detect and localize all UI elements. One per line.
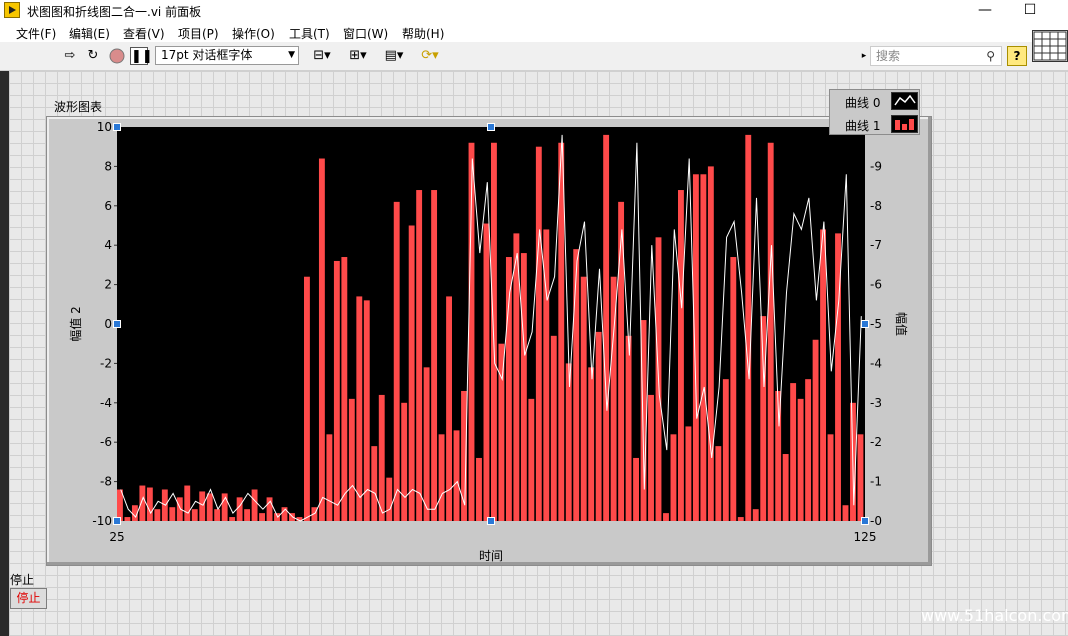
legend-item-curve-0: 曲线 0 xyxy=(845,96,881,110)
maximize-button[interactable]: ☐ xyxy=(1013,0,1047,22)
font-select[interactable]: 17pt 对话框字体 ▼ xyxy=(155,46,299,65)
minimize-button[interactable]: — xyxy=(968,0,1002,22)
search-expand-icon[interactable]: ▸ xyxy=(860,47,868,65)
panel-left-strip xyxy=(0,71,9,636)
context-help-button[interactable]: ? xyxy=(1007,46,1027,66)
stop-label: 停止 xyxy=(10,573,35,587)
menu-file[interactable]: 文件(F) xyxy=(16,25,56,42)
menu-project[interactable]: 项目(P) xyxy=(178,25,219,42)
menu-operate[interactable]: 操作(O) xyxy=(232,25,275,42)
window-titlebar: 状图图和折线图二合一.vi 前面板 — ☐ xyxy=(0,0,1068,22)
menu-tools[interactable]: 工具(T) xyxy=(289,25,330,42)
font-select-value: 17pt 对话框字体 xyxy=(161,48,253,62)
pause-icon[interactable]: ❚❚ xyxy=(130,47,153,65)
chart-label: 波形图表 xyxy=(54,100,103,114)
plot-area[interactable] xyxy=(117,127,865,521)
menu-edit[interactable]: 编辑(E) xyxy=(69,25,110,42)
reorder-icon[interactable]: ⟳▾ xyxy=(416,47,444,65)
connector-pane-icon[interactable] xyxy=(1032,30,1068,62)
watermark: www.51halcon.com xyxy=(921,606,1068,625)
run-arrow-icon[interactable]: ⇨ xyxy=(62,47,78,65)
distribute-objects-icon[interactable]: ⊞▾ xyxy=(344,47,372,65)
resize-objects-icon[interactable]: ▤▾ xyxy=(380,47,408,65)
labview-app-icon xyxy=(4,2,20,18)
chevron-down-icon: ▼ xyxy=(288,50,295,60)
menu-window[interactable]: 窗口(W) xyxy=(343,25,388,42)
menu-view[interactable]: 查看(V) xyxy=(123,25,165,42)
search-icon[interactable]: ⚲ xyxy=(986,47,995,65)
bar-swatch-icon[interactable] xyxy=(891,115,918,133)
search-input[interactable]: 搜索 ⚲ xyxy=(870,46,1002,66)
line-swatch-icon[interactable] xyxy=(891,92,918,110)
toolbar: ⇨ ↻ ❚❚ 17pt 对话框字体 ▼ ⊟▾ ⊞▾ ▤▾ ⟳▾ ▸ 搜索 ⚲ ? xyxy=(0,42,1068,71)
align-objects-icon[interactable]: ⊟▾ xyxy=(308,47,336,65)
window-title: 状图图和折线图二合一.vi 前面板 xyxy=(27,5,202,19)
menu-help[interactable]: 帮助(H) xyxy=(402,25,444,42)
stop-button[interactable]: 停止 xyxy=(10,588,47,609)
search-placeholder: 搜索 xyxy=(876,49,901,63)
menu-bar: 文件(F) 编辑(E) 查看(V) 项目(P) 操作(O) 工具(T) 窗口(W… xyxy=(0,22,1068,42)
plot-legend[interactable]: 曲线 0 曲线 1 xyxy=(829,89,920,135)
legend-item-curve-1: 曲线 1 xyxy=(845,119,881,133)
abort-icon[interactable] xyxy=(108,47,126,65)
run-continuously-icon[interactable]: ↻ xyxy=(84,47,102,65)
